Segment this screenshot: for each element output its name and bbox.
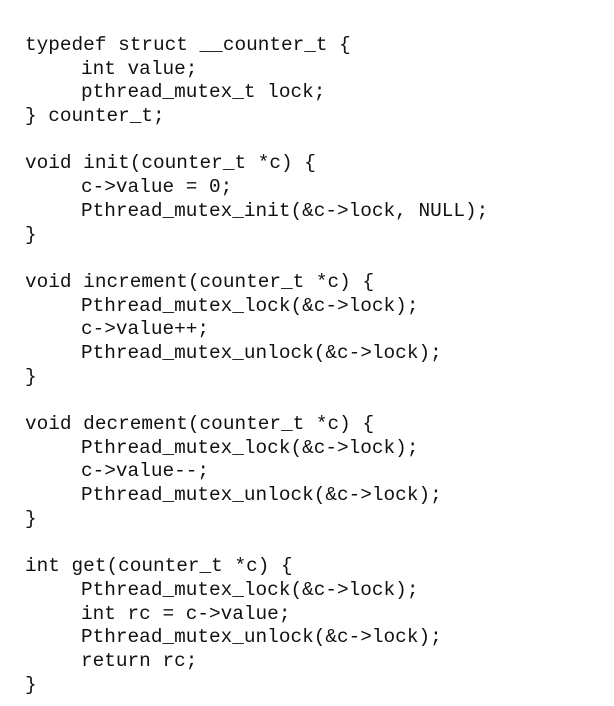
code-line: pthread_mutex_t lock; [81,81,326,104]
code-line: } [25,223,37,246]
code-line: Pthread_mutex_lock(&c->lock); [81,294,419,317]
code-line: void init(counter_t *c) { [25,152,316,175]
code-line: c->value = 0; [81,176,233,199]
code-line: } [25,673,37,696]
code-line: c->value--; [81,460,209,483]
increment-function: void increment(counter_t *c) { Pthread_m… [25,271,614,389]
code-line: Pthread_mutex_lock(&c->lock); [81,578,419,601]
code-listing: typedef struct __counter_t { int value; … [0,0,614,706]
code-line: Pthread_mutex_unlock(&c->lock); [81,484,442,507]
code-line: Pthread_mutex_unlock(&c->lock); [81,341,442,364]
code-line: typedef struct __counter_t { [25,34,351,56]
code-line: Pthread_mutex_lock(&c->lock); [81,436,419,459]
code-line: int value; [81,57,198,80]
code-line: } counter_t; [25,105,165,128]
code-line: return rc; [81,649,198,672]
code-line: Pthread_mutex_init(&c->lock, NULL); [81,199,489,222]
struct-definition: typedef struct __counter_t { int value; … [25,34,614,129]
code-line: void decrement(counter_t *c) { [25,413,375,435]
code-line: Pthread_mutex_unlock(&c->lock); [81,626,442,649]
get-function: int get(counter_t *c) { Pthread_mutex_lo… [25,555,614,697]
code-line: } [25,507,37,530]
init-function: void init(counter_t *c) { c->value = 0; … [25,152,614,247]
code-line: c->value++; [81,318,209,341]
code-line: int rc = c->value; [81,602,291,625]
code-line: } [25,365,37,388]
decrement-function: void decrement(counter_t *c) { Pthread_m… [25,413,614,531]
code-line: int get(counter_t *c) { [25,555,293,578]
code-line: void increment(counter_t *c) { [25,270,375,293]
